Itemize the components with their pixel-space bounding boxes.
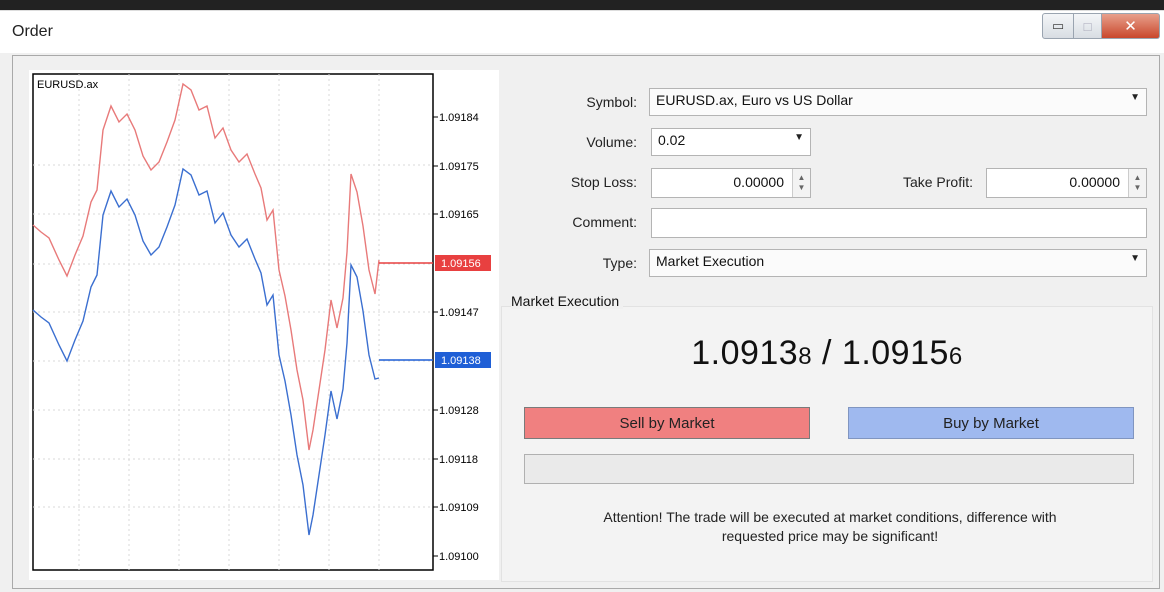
bid-price-small: 8 [798, 343, 813, 370]
stop-loss-label: Stop Loss: [570, 174, 637, 190]
take-profit-value: 0.00000 [1069, 174, 1120, 190]
take-profit-input[interactable]: 0.00000 ▲ ▼ [986, 168, 1147, 198]
order-panel: EURUSD.ax 1.09184 1.09175 1.09165 1.09147 1.0… [12, 55, 1160, 589]
tick-chart: EURUSD.ax 1.09184 1.09175 1.09165 1.09147 1.0… [29, 70, 499, 580]
close-icon: ✕ [1124, 18, 1137, 35]
type-label: Type: [602, 255, 637, 271]
volume-select[interactable]: 0.02 ▼ [651, 128, 811, 156]
chevron-down-icon: ▼ [797, 183, 806, 192]
stop-loss-value: 0.00000 [733, 174, 784, 190]
window-controls: ▭ □ ✕ [1042, 13, 1160, 39]
chart-plot-border [32, 73, 434, 571]
chart-tick-label: 1.09109 [439, 502, 479, 514]
order-window: Order ▭ □ ✕ EURUSD.ax 1.09184 1.09175 1.091… [0, 10, 1164, 592]
stop-loss-stepper[interactable]: ▲ ▼ [792, 169, 810, 197]
market-execution-title: Market Execution [511, 293, 624, 309]
take-profit-label: Take Profit: [902, 174, 973, 190]
type-value: Market Execution [656, 253, 765, 269]
minimize-icon: ▭ [1051, 18, 1065, 33]
bid-price-main: 1.0913 [691, 334, 799, 372]
window-title: Order [12, 23, 53, 40]
attention-message: Attention! The trade will be executed at… [523, 508, 1137, 546]
chevron-down-icon: ▼ [1133, 183, 1142, 192]
chart-tick-label: 1.09165 [439, 209, 479, 221]
chevron-down-icon: ▼ [1130, 92, 1140, 103]
symbol-select[interactable]: EURUSD.ax, Euro vs US Dollar ▼ [649, 88, 1147, 116]
comment-input[interactable] [651, 208, 1147, 238]
chevron-down-icon: ▼ [1130, 253, 1140, 264]
sell-by-market-button[interactable]: Sell by Market [524, 407, 810, 439]
execution-progress-bar [524, 454, 1134, 484]
tick-chart-svg: EURUSD.ax 1.09184 1.09175 1.09165 1.09147 1.0… [32, 73, 491, 571]
symbol-value: EURUSD.ax, Euro vs US Dollar [656, 92, 853, 108]
price-separator: / [812, 334, 842, 372]
chart-tick-label: 1.09184 [439, 112, 479, 124]
price-quote: 1.09138 / 1.09156 [501, 334, 1153, 373]
volume-value: 0.02 [658, 132, 686, 148]
maximize-icon: □ [1083, 18, 1092, 34]
chart-tick-label: 1.09147 [439, 307, 479, 319]
type-select[interactable]: Market Execution ▼ [649, 249, 1147, 277]
ask-price-small: 6 [948, 343, 963, 370]
ask-price-main: 1.0915 [841, 334, 949, 372]
title-bar: Order ▭ □ ✕ [0, 11, 1164, 53]
minimize-button[interactable]: ▭ [1042, 13, 1074, 39]
stop-loss-input[interactable]: 0.00000 ▲ ▼ [651, 168, 811, 198]
chevron-down-icon: ▼ [794, 132, 804, 143]
symbol-label: Symbol: [586, 94, 637, 110]
chart-tick-label: 1.09100 [439, 551, 479, 563]
chevron-up-icon: ▲ [797, 173, 806, 182]
chart-tick-label: 1.09128 [439, 405, 479, 417]
chevron-up-icon: ▲ [1133, 173, 1142, 182]
chart-tick-label: 1.09175 [439, 161, 479, 173]
comment-label: Comment: [572, 214, 637, 230]
chart-symbol-label: EURUSD.ax [37, 79, 99, 91]
take-profit-stepper[interactable]: ▲ ▼ [1128, 169, 1146, 197]
buy-by-market-button[interactable]: Buy by Market [848, 407, 1134, 439]
bid-price-marker-label: 1.09138 [441, 355, 481, 367]
attention-line-2: requested price may be significant! [721, 528, 939, 544]
close-button[interactable]: ✕ [1102, 13, 1160, 39]
maximize-button[interactable]: □ [1074, 13, 1102, 39]
attention-line-1: Attention! The trade will be executed at… [603, 509, 1057, 525]
chart-tick-label: 1.09118 [439, 454, 478, 466]
volume-label: Volume: [586, 134, 637, 150]
ask-price-marker-label: 1.09156 [441, 258, 481, 270]
